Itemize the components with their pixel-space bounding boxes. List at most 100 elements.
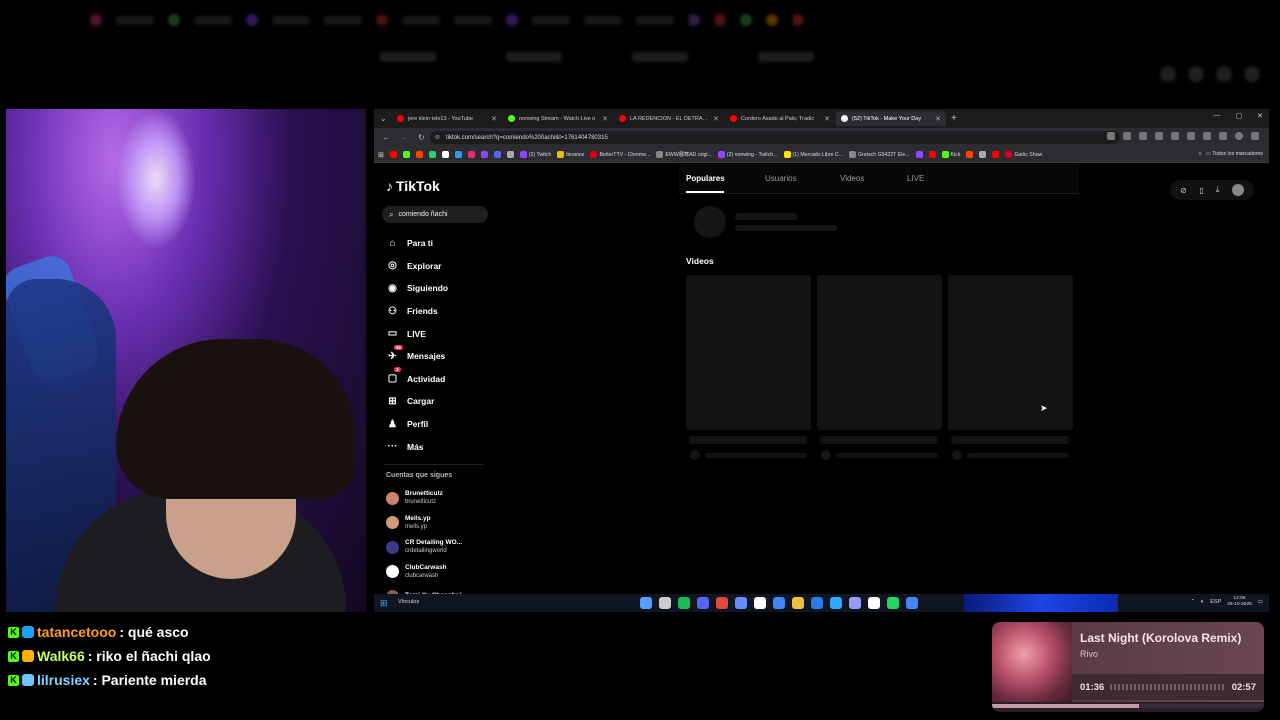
close-window-icon[interactable]: ✕ [1257,112,1263,120]
tab-list-icon[interactable]: ⌄ [380,114,392,123]
close-tab-icon[interactable]: ✕ [824,115,830,123]
browser-tab[interactable]: LA REDENCION - EL DETRAS D ✕ [614,111,724,126]
apps-icon[interactable]: ⊞ [378,151,384,159]
notification-icon[interactable]: ▭ [1258,599,1263,605]
bookmark-item[interactable]: Gretsch G5422T Ele... [848,151,910,158]
close-tab-icon[interactable]: ✕ [935,115,941,123]
bookmark-item[interactable] [441,151,449,158]
sidebar-item-cargar[interactable]: ⊞ Cargar [386,390,496,413]
tab-live[interactable]: LIVE [907,174,924,183]
taskbar-app-icon[interactable] [849,597,861,609]
taskbar-app-icon[interactable] [640,597,652,609]
bookmark-item[interactable] [915,151,923,158]
sidebar-item-mensajes[interactable]: ✈ 56 Mensajes [386,344,496,368]
taskbar-app-icon[interactable] [716,597,728,609]
browser-tab[interactable]: Cordero Asado al Palo, Tradic ✕ [725,111,835,126]
bookmark-item[interactable]: (2) nonwing - Twitch... [717,151,778,158]
taskbar-app-icon[interactable] [773,597,785,609]
site-info-icon[interactable]: ⊜ [435,134,440,141]
followed-account[interactable]: ClubCarwash clubcarwash [386,560,496,585]
close-tab-icon[interactable]: ✕ [713,115,719,123]
bookmark-item[interactable]: BetterTTV - Chrome... [590,151,650,158]
bookmark-item[interactable]: Kick [941,151,960,158]
browser-tab[interactable]: jere klein tele13 - YouTube ✕ [392,111,502,126]
chevron-up-icon[interactable]: ⌃ [1190,599,1195,605]
maximize-icon[interactable]: ▢ [1236,112,1243,120]
bookmark-item[interactable]: (1) Mercado Libre C... [783,151,843,158]
device-icon[interactable]: ▯ [1199,186,1203,195]
sidebar-item-explorar[interactable]: ◎ Explorar [386,255,496,278]
download-icon[interactable]: ⤓ [1216,185,1220,195]
language-indicator[interactable]: ESP [1210,599,1221,605]
minimize-icon[interactable]: — [1214,112,1221,120]
taskbar-app-icon[interactable] [830,597,842,609]
taskbar-app-icon[interactable] [868,597,880,609]
sidebar-item-m-s[interactable]: ··· Más [386,435,496,458]
bookmark-item[interactable] [979,151,987,158]
tiktok-logo[interactable]: ♪ TikTok [386,178,440,194]
tab-populares[interactable]: Populares [686,174,725,183]
taskbar-app-icon[interactable] [735,597,747,609]
speaker-icon[interactable]: 🔈︎ [1201,599,1204,606]
followed-account[interactable]: Brunetticutz brunetticutz [386,486,496,511]
coins-icon[interactable]: ⊘ [1180,186,1187,195]
taskbar-app-icon[interactable] [678,597,690,609]
bookmark-item[interactable] [389,151,397,158]
bookmark-item[interactable] [480,151,488,158]
bookmark-item[interactable] [402,151,410,158]
bookmark-item[interactable] [992,151,1000,158]
browser-tab[interactable]: nonwing Stream - Watch Live o ✕ [503,111,613,126]
taskbar-links-label[interactable]: Vínculos [398,599,419,605]
taskbar-app-icon[interactable] [659,597,671,609]
taskbar-app-icon[interactable] [697,597,709,609]
bookmark-item[interactable] [506,151,514,158]
reload-icon[interactable]: ↻ [418,133,425,142]
bookmark-item[interactable]: Garlic Show [1005,151,1042,158]
new-tab-button[interactable]: + [951,113,957,124]
browser-tab[interactable]: (52) TikTok - Make Your Day ✕ [836,111,946,126]
bookmark-item[interactable]: EWW展寒AD origi... [656,151,712,158]
star-icon[interactable] [1155,132,1163,140]
taskbar-app-icon[interactable] [811,597,823,609]
taskbar-app-icon[interactable] [754,597,766,609]
video-card-skeleton[interactable] [817,275,942,430]
tab-videos[interactable]: Videos [840,174,864,183]
bookmark-item[interactable]: binance [557,151,584,158]
avatar[interactable] [1231,184,1244,196]
extension-icon[interactable] [1171,132,1179,140]
extension-icon[interactable] [1123,132,1131,140]
taskbar-app-icon[interactable] [887,597,899,609]
extension-icon[interactable] [1187,132,1195,140]
search-input[interactable]: ⌕ comiendo ñachi [382,206,488,223]
extension-icon[interactable] [1139,132,1147,140]
bookmark-item[interactable] [415,151,423,158]
bookmark-item[interactable] [454,151,462,158]
bookmark-item[interactable] [966,151,974,158]
sidebar-item-actividad[interactable]: ▢ 3 Actividad [386,367,496,391]
windows-start-icon[interactable]: ⊞ [380,598,388,609]
close-tab-icon[interactable]: ✕ [491,115,497,123]
menu-icon[interactable] [1251,132,1259,140]
bookmark-item[interactable] [493,151,501,158]
taskbar-app-icon[interactable] [906,597,918,609]
sidebar-item-perfil[interactable]: ♟ Perfil [386,413,496,436]
url-field[interactable]: ⊜ tiktok.com/search?q=comiendo%20ñachi&t… [430,131,1120,144]
bookmark-item[interactable]: (2) Twitch [519,151,551,158]
sidebar-item-live[interactable]: ▭ LIVE [386,322,496,345]
extension-icon[interactable] [1107,132,1115,140]
taskbar-app-icon[interactable] [792,597,804,609]
sidebar-item-para-ti[interactable]: ⌂ Para ti [386,232,496,255]
profile-icon[interactable] [1235,132,1243,140]
media-icon[interactable] [1219,132,1227,140]
bookmark-item[interactable] [928,151,936,158]
bookmark-item[interactable] [428,151,436,158]
tab-usuarios[interactable]: Usuarios [765,174,797,183]
followed-account[interactable]: CR Detailing WO... crdetailingworld [386,535,496,560]
video-card-skeleton[interactable] [686,275,811,430]
sidebar-item-siguiendo[interactable]: ◉ Siguiendo [386,277,496,300]
puzzle-icon[interactable] [1203,132,1211,140]
forward-icon[interactable]: → [400,133,408,142]
bookmark-item[interactable] [467,151,475,158]
close-tab-icon[interactable]: ✕ [602,115,608,123]
back-icon[interactable]: ← [382,133,390,142]
